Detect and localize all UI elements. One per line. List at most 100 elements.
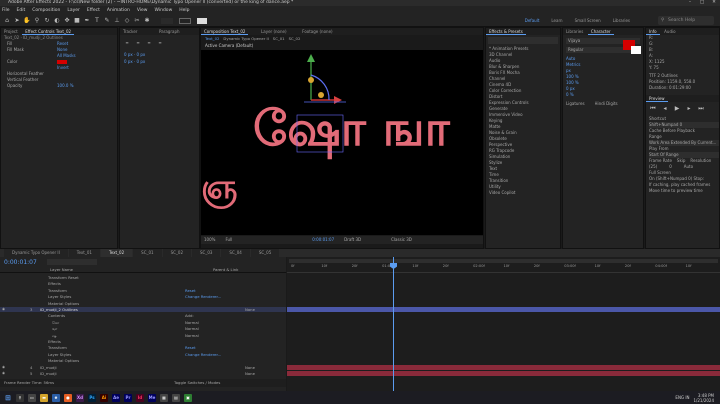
layer-name[interactable]: ஷ <box>52 333 56 338</box>
color-swatch[interactable] <box>57 60 67 64</box>
timeline-tab[interactable]: Text_01 <box>68 249 100 257</box>
app-icon-1[interactable]: ▦ <box>160 393 168 402</box>
layer-mode[interactable]: Reset <box>185 345 196 350</box>
layer-name[interactable]: Material Options <box>48 301 79 306</box>
indesign-icon[interactable]: Id <box>136 393 144 402</box>
menu-file[interactable]: File <box>2 8 10 13</box>
timeline-layer-row[interactable]: ◉ 5 ID_mudji None <box>0 371 286 376</box>
roto-tool-icon[interactable]: ✂ <box>133 17 141 25</box>
workspace-default[interactable]: Default <box>525 18 540 23</box>
effect-row-value[interactable]: Invert <box>57 65 69 71</box>
next-frame-icon[interactable]: ▸ <box>685 105 693 113</box>
menu-animation[interactable]: Animation <box>107 8 130 13</box>
menu-edit[interactable]: Edit <box>17 8 26 13</box>
timeline-layer-row[interactable]: Layer Styles Change Renderer... <box>0 352 286 357</box>
move-time-checkbox[interactable]: Move time to preview time <box>649 188 719 194</box>
layer-mode[interactable]: None <box>245 365 255 370</box>
menu-layer[interactable]: Layer <box>67 8 80 13</box>
playhead[interactable] <box>393 257 394 391</box>
effects-search-input[interactable] <box>488 37 558 44</box>
layer-mode[interactable]: Normal <box>185 333 199 338</box>
home-icon[interactable]: ⌂ <box>3 17 11 25</box>
layer-name[interactable]: கோ <box>52 320 59 325</box>
menu-help[interactable]: Help <box>179 8 189 13</box>
timeline-tab[interactable]: SC_03 <box>192 249 221 257</box>
timeline-layer-row[interactable]: Layer Styles Change Renderer... <box>0 294 286 299</box>
layer-name[interactable]: Material Options <box>48 358 79 363</box>
workspace-learn[interactable]: Learn <box>551 18 562 23</box>
timeline-track[interactable] <box>287 358 720 363</box>
effect-row-value[interactable]: 100.0 % <box>57 83 74 89</box>
prev-frame-icon[interactable]: ◂ <box>661 105 669 113</box>
layer-mode[interactable]: Reset <box>185 288 196 293</box>
xd-icon[interactable]: Xd <box>76 393 84 402</box>
tab-effect-controls[interactable]: Effect Controls Text_02 <box>22 28 75 35</box>
premiere-icon[interactable]: Pr <box>124 393 132 402</box>
timeline-layer-row[interactable]: Transform Reset <box>0 345 286 350</box>
align-left-icon[interactable]: ≡ <box>123 39 131 47</box>
breadcrumb-text02[interactable]: Text_02 <box>205 35 219 43</box>
layer-name[interactable]: ID_mudji <box>40 371 57 376</box>
timeline-tab[interactable]: Text_02 <box>100 249 133 257</box>
stroke-color[interactable] <box>197 17 207 24</box>
timeline-search-input[interactable] <box>46 259 97 265</box>
tab-effects-presets[interactable]: Effects & Presets <box>486 28 526 35</box>
timeline-layer-row[interactable]: Material Options <box>0 301 286 306</box>
layer-name[interactable]: ID_mudji <box>40 365 57 370</box>
breadcrumb-sc02[interactable]: SC_02 <box>289 35 301 43</box>
last-frame-icon[interactable]: ⏭ <box>697 105 705 113</box>
timeline-track[interactable] <box>287 339 720 344</box>
menu-composition[interactable]: Composition <box>32 8 60 13</box>
media-encoder-icon[interactable]: Me <box>148 393 156 402</box>
timeline-track[interactable] <box>287 307 720 312</box>
timeline-layer-row[interactable]: Contents Add: <box>0 313 286 318</box>
layer-name[interactable]: Contents <box>48 313 65 318</box>
tab-audio[interactable]: Audio <box>661 28 678 35</box>
selection-tool-icon[interactable]: ➤ <box>13 17 21 25</box>
visibility-eye-icon[interactable]: ◉ <box>2 371 5 376</box>
layer-mode[interactable]: Normal <box>185 320 199 325</box>
illustrator-icon[interactable]: Ai <box>100 393 108 402</box>
timeline-track[interactable] <box>287 352 720 357</box>
renderer-dropdown[interactable]: Classic 3D <box>391 236 412 244</box>
layer-mode[interactable]: None <box>245 307 255 312</box>
tab-character[interactable]: Character <box>587 28 614 35</box>
timeline-tab[interactable]: SC_01 <box>133 249 162 257</box>
timeline-track[interactable] <box>287 333 720 338</box>
tab-info[interactable]: Info <box>646 28 660 35</box>
app-icon-3[interactable]: ▣ <box>184 393 192 402</box>
chrome-icon[interactable]: ● <box>64 393 72 402</box>
timeline-layer-row[interactable]: Material Options <box>0 358 286 363</box>
layer-mode[interactable]: Add: <box>185 313 194 318</box>
layer-name[interactable]: Transform Reset <box>48 275 79 280</box>
pan-behind-tool-icon[interactable]: ✥ <box>63 17 71 25</box>
timeline-track[interactable] <box>287 281 720 286</box>
brush-tool-icon[interactable]: ✎ <box>103 17 111 25</box>
type-tool-icon[interactable]: T <box>93 17 101 25</box>
tab-project[interactable]: Project <box>1 28 21 35</box>
timeline-tab[interactable]: SC_02 <box>162 249 191 257</box>
tab-preview[interactable]: Preview <box>646 95 668 102</box>
layer-mode[interactable]: Change Renderer... <box>185 352 221 357</box>
align-right-icon[interactable]: ≡ <box>145 39 153 47</box>
timeline-track[interactable] <box>287 345 720 350</box>
clone-tool-icon[interactable]: ⊥ <box>113 17 121 25</box>
timeline-layer-row[interactable]: ஷ Normal <box>0 333 286 338</box>
workspace-libraries[interactable]: Libraries <box>613 18 630 23</box>
layer-name[interactable]: Transform <box>48 288 67 293</box>
layer-name[interactable]: Transform <box>48 345 67 350</box>
current-timecode[interactable]: 0:00:01:07 <box>4 259 37 266</box>
shape-tool-icon[interactable]: ■ <box>73 17 81 25</box>
edge-icon[interactable]: e <box>52 393 60 402</box>
layer-name[interactable]: Effects <box>48 339 61 344</box>
justify-icon[interactable]: ≡ <box>156 39 164 47</box>
layer-name[interactable]: Layer Styles <box>48 352 71 357</box>
tab-libraries[interactable]: Libraries <box>563 28 586 35</box>
photoshop-icon[interactable]: Ps <box>88 393 96 402</box>
timeline-track[interactable] <box>287 294 720 299</box>
timeline-layer-row[interactable]: Effects <box>0 339 286 344</box>
hindi-digits-checkbox[interactable]: Hindi Digits <box>595 101 618 107</box>
menu-effect[interactable]: Effect <box>87 8 100 13</box>
viewer-text-main[interactable]: ஷோ ஙா <box>253 101 451 160</box>
clock[interactable]: 3:48 PM 1/21/2024 <box>693 393 714 403</box>
